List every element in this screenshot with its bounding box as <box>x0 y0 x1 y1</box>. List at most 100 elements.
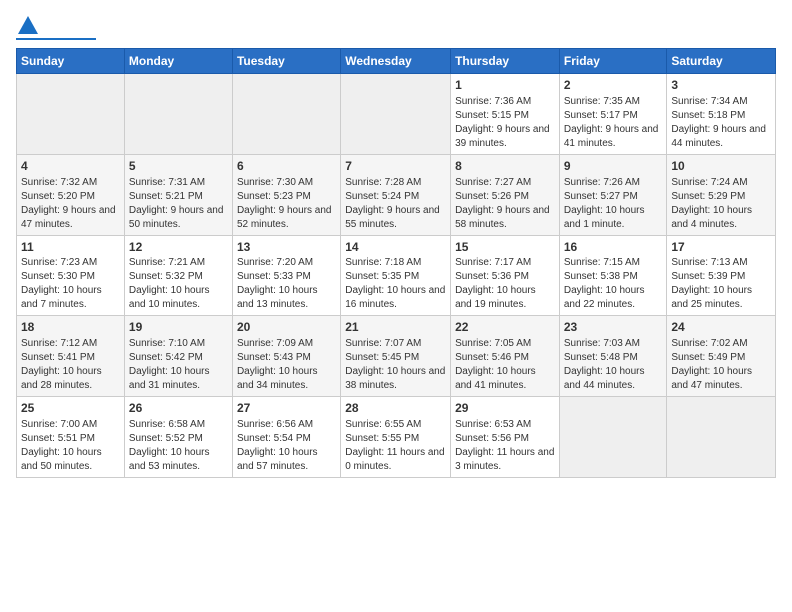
sunrise-label: Sunrise: 7:27 AM <box>455 177 531 188</box>
day-number: 9 <box>564 158 663 175</box>
sunset-label: Sunset: 5:27 PM <box>564 191 638 202</box>
day-number: 10 <box>671 158 771 175</box>
sunset-label: Sunset: 5:33 PM <box>237 271 311 282</box>
sunrise-label: Sunrise: 7:13 AM <box>671 257 747 268</box>
calendar-cell-2: 2Sunrise: 7:35 AMSunset: 5:17 PMDaylight… <box>559 74 667 155</box>
calendar-week-3: 11Sunrise: 7:23 AMSunset: 5:30 PMDayligh… <box>17 235 776 316</box>
sunrise-label: Sunrise: 7:36 AM <box>455 96 531 107</box>
day-number: 8 <box>455 158 555 175</box>
daylight-label: Daylight: 10 hours and 4 minutes. <box>671 205 752 230</box>
sunrise-label: Sunrise: 7:31 AM <box>129 177 205 188</box>
daylight-label: Daylight: 10 hours and 53 minutes. <box>129 447 210 472</box>
calendar-cell-21: 21Sunrise: 7:07 AMSunset: 5:45 PMDayligh… <box>341 316 451 397</box>
daylight-label: Daylight: 10 hours and 38 minutes. <box>345 366 445 391</box>
daylight-label: Daylight: 10 hours and 41 minutes. <box>455 366 536 391</box>
daylight-label: Daylight: 10 hours and 28 minutes. <box>21 366 102 391</box>
day-number: 28 <box>345 400 446 417</box>
sunset-label: Sunset: 5:48 PM <box>564 352 638 363</box>
calendar-cell-19: 19 Sunrise: 7:10 AM Sunset: 5:42 PM Dayligh… <box>124 316 232 397</box>
daylight-label: Daylight: 9 hours and 50 minutes. <box>129 205 224 230</box>
sunrise-label: Sunrise: 6:58 AM <box>129 419 205 430</box>
calendar-cell-6: 6Sunrise: 7:30 AMSunset: 5:23 PMDaylight… <box>232 154 340 235</box>
daylight-label: Daylight: 10 hours and 50 minutes. <box>21 447 102 472</box>
sunrise-label: Sunrise: 7:32 AM <box>21 177 97 188</box>
day-number: 5 <box>129 158 228 175</box>
sunset-label: Sunset: 5:17 PM <box>564 110 638 121</box>
sunrise-label: Sunrise: 7:30 AM <box>237 177 313 188</box>
calendar-cell-27: 27Sunrise: 6:56 AMSunset: 5:54 PMDayligh… <box>232 397 340 478</box>
calendar-header-saturday: Saturday <box>667 49 776 74</box>
calendar-cell-15: 15Sunrise: 7:17 AMSunset: 5:36 PMDayligh… <box>451 235 560 316</box>
calendar-cell-26: 26Sunrise: 6:58 AMSunset: 5:52 PMDayligh… <box>124 397 232 478</box>
sunrise-label: Sunrise: 7:26 AM <box>564 177 640 188</box>
day-number: 26 <box>129 400 228 417</box>
day-number: 24 <box>671 319 771 336</box>
sunset-label: Sunset: 5:41 PM <box>21 352 95 363</box>
calendar-cell-1: 1Sunrise: 7:36 AMSunset: 5:15 PMDaylight… <box>451 74 560 155</box>
daylight-label: Daylight: 10 hours and 7 minutes. <box>21 285 102 310</box>
sunset-label: Sunset: 5:30 PM <box>21 271 95 282</box>
daylight-label: Daylight: 11 hours and 0 minutes. <box>345 447 444 472</box>
calendar-cell-10: 10Sunrise: 7:24 AMSunset: 5:29 PMDayligh… <box>667 154 776 235</box>
calendar: SundayMondayTuesdayWednesdayThursdayFrid… <box>16 48 776 478</box>
calendar-cell-14: 14Sunrise: 7:18 AMSunset: 5:35 PMDayligh… <box>341 235 451 316</box>
calendar-header-monday: Monday <box>124 49 232 74</box>
calendar-cell-empty <box>667 397 776 478</box>
calendar-cell-4: 4Sunrise: 7:32 AMSunset: 5:20 PMDaylight… <box>17 154 125 235</box>
sunrise-label: Sunrise: 7:12 AM <box>21 338 97 349</box>
daylight-label: Daylight: 9 hours and 44 minutes. <box>671 124 766 149</box>
sunset-label: Sunset: 5:43 PM <box>237 352 311 363</box>
sunset-label: Sunset: 5:26 PM <box>455 191 529 202</box>
logo-line <box>16 38 96 40</box>
sunrise-label: Sunrise: 7:15 AM <box>564 257 640 268</box>
sunset-label: Sunset: 5:39 PM <box>671 271 745 282</box>
day-number: 17 <box>671 239 771 256</box>
calendar-cell-23: 23Sunrise: 7:03 AMSunset: 5:48 PMDayligh… <box>559 316 667 397</box>
day-number: 12 <box>129 239 228 256</box>
sunset-label: Sunset: 5:42 PM <box>129 352 203 363</box>
calendar-cell-11: 11Sunrise: 7:23 AMSunset: 5:30 PMDayligh… <box>17 235 125 316</box>
calendar-cell-29: 29 Sunrise: 6:53 AM Sunset: 5:56 PM Dayligh… <box>451 397 560 478</box>
sunrise-label: Sunrise: 6:56 AM <box>237 419 313 430</box>
calendar-cell-28: 28Sunrise: 6:55 AMSunset: 5:55 PMDayligh… <box>341 397 451 478</box>
calendar-cell-25: 25Sunrise: 7:00 AMSunset: 5:51 PMDayligh… <box>17 397 125 478</box>
day-number: 20 <box>237 319 336 336</box>
sunset-label: Sunset: 5:56 PM <box>455 433 529 444</box>
sunset-label: Sunset: 5:54 PM <box>237 433 311 444</box>
sunrise-label: Sunrise: 7:10 AM <box>129 338 205 349</box>
calendar-cell-5: 5Sunrise: 7:31 AMSunset: 5:21 PMDaylight… <box>124 154 232 235</box>
daylight-label: Daylight: 10 hours and 1 minute. <box>564 205 645 230</box>
day-number: 16 <box>564 239 663 256</box>
sunset-label: Sunset: 5:35 PM <box>345 271 419 282</box>
daylight-label: Daylight: 10 hours and 25 minutes. <box>671 285 752 310</box>
daylight-label: Daylight: 10 hours and 13 minutes. <box>237 285 318 310</box>
daylight-label: Daylight: 10 hours and 19 minutes. <box>455 285 536 310</box>
calendar-cell-12: 12Sunrise: 7:21 AMSunset: 5:32 PMDayligh… <box>124 235 232 316</box>
calendar-cell-empty <box>341 74 451 155</box>
sunset-label: Sunset: 5:20 PM <box>21 191 95 202</box>
daylight-label: Daylight: 10 hours and 34 minutes. <box>237 366 318 391</box>
day-number: 18 <box>21 319 120 336</box>
day-number: 19 <box>129 319 228 336</box>
daylight-label: Daylight: 9 hours and 58 minutes. <box>455 205 550 230</box>
day-number: 3 <box>671 77 771 94</box>
calendar-cell-16: 16Sunrise: 7:15 AMSunset: 5:38 PMDayligh… <box>559 235 667 316</box>
daylight-label: Daylight: 10 hours and 10 minutes. <box>129 285 210 310</box>
sunset-label: Sunset: 5:49 PM <box>671 352 745 363</box>
day-number: 29 <box>455 400 555 417</box>
sunrise-label: Sunrise: 7:20 AM <box>237 257 313 268</box>
daylight-label: Daylight: 9 hours and 55 minutes. <box>345 205 440 230</box>
day-number: 6 <box>237 158 336 175</box>
calendar-week-2: 4Sunrise: 7:32 AMSunset: 5:20 PMDaylight… <box>17 154 776 235</box>
calendar-header-tuesday: Tuesday <box>232 49 340 74</box>
daylight-label: Daylight: 10 hours and 31 minutes. <box>129 366 210 391</box>
logo <box>16 16 96 40</box>
sunrise-label: Sunrise: 6:53 AM <box>455 419 531 430</box>
calendar-cell-empty <box>559 397 667 478</box>
logo-text <box>16 16 38 36</box>
daylight-label: Daylight: 11 hours and 3 minutes. <box>455 447 554 472</box>
calendar-cell-24: 24Sunrise: 7:02 AMSunset: 5:49 PMDayligh… <box>667 316 776 397</box>
calendar-header-wednesday: Wednesday <box>341 49 451 74</box>
day-number: 21 <box>345 319 446 336</box>
day-number: 25 <box>21 400 120 417</box>
